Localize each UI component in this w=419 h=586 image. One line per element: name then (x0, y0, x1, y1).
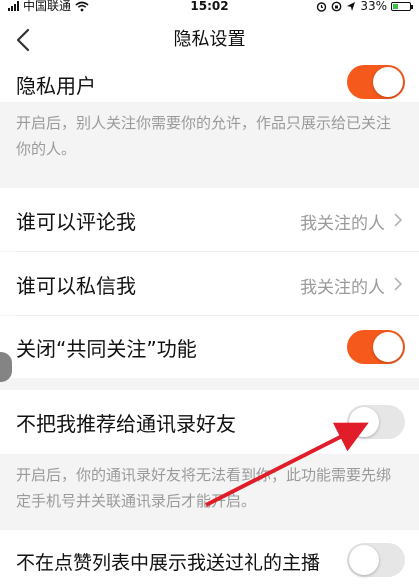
private-user-note-text: 开启后，别人关注你需要你的允许，作品只展示给已关注你的人。 (16, 114, 392, 158)
battery-icon (391, 1, 413, 11)
rotation-lock-icon (331, 1, 342, 11)
status-bar: 中国联通 15:02 33% (0, 0, 419, 14)
setting-row-who-can-message[interactable]: 谁可以私信我 我关注的人 (0, 252, 419, 315)
setting-row-who-can-comment[interactable]: 谁可以评论我 我关注的人 (0, 188, 419, 251)
battery-percent: 33% (360, 0, 387, 13)
alarm-icon (317, 1, 327, 12)
page-title: 隐私设置 (173, 29, 246, 50)
hide-gifted-streamers-label: 不在点赞列表中展示我送过礼的主播 (16, 552, 321, 574)
private-user-note: 开启后，别人关注你需要你的允许，作品只展示给已关注你的人。 (0, 102, 419, 182)
close-mutual-follow-label: 关闭“共同关注”功能 (16, 337, 197, 361)
annotation-arrow (205, 422, 369, 507)
toggle-knob (349, 545, 379, 575)
who-can-message-label: 谁可以私信我 (16, 274, 136, 298)
location-icon (347, 1, 356, 11)
toggle-knob (373, 332, 403, 362)
chevron-right-icon (394, 213, 403, 227)
who-can-comment-label: 谁可以评论我 (16, 210, 136, 234)
setting-row-private-user: 隐私用户 (0, 65, 419, 102)
status-right: 33% (316, 0, 413, 13)
toggle-knob (373, 67, 403, 97)
setting-row-hide-gifted-streamers: 不在点赞列表中展示我送过礼的主播 (0, 530, 419, 586)
chevron-right-icon (394, 277, 403, 291)
who-can-comment-value: 我关注的人 (300, 214, 385, 234)
setting-row-close-mutual-follow: 关闭“共同关注”功能 (0, 316, 419, 378)
close-mutual-follow-toggle[interactable] (347, 330, 405, 364)
private-user-label: 隐私用户 (16, 74, 96, 98)
who-can-message-value: 我关注的人 (300, 278, 385, 298)
private-user-toggle[interactable] (347, 65, 405, 99)
nav-bar: 隐私设置 (0, 14, 419, 66)
hide-gifted-streamers-toggle[interactable] (347, 543, 405, 577)
